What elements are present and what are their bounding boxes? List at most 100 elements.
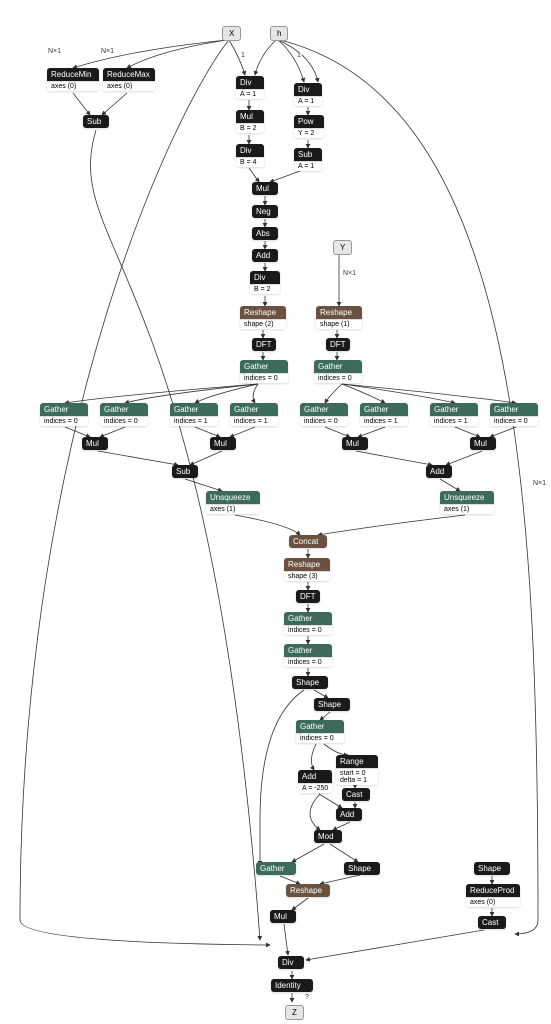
mul-node[interactable]: Mul [82, 437, 108, 450]
node-header: Mul [270, 910, 296, 923]
node-header: Add [252, 249, 278, 262]
add-node[interactable]: AddA = -250 [298, 770, 332, 793]
shape-node[interactable]: Shape [474, 862, 510, 875]
gather-node[interactable]: Gatherindices = 0 [490, 403, 538, 426]
gather-node[interactable]: Gatherindices = 0 [296, 720, 344, 743]
add-node[interactable]: Add [336, 808, 362, 821]
reshape-node[interactable]: Reshape shape (2) [240, 306, 286, 329]
mul-node[interactable]: Mul [252, 182, 278, 195]
shape-node[interactable]: Shape [314, 698, 350, 711]
node-header: Reshape [316, 306, 362, 319]
shape-node[interactable]: Shape [292, 676, 328, 689]
reshape-node[interactable]: Reshape [286, 884, 330, 897]
node-header: Pow [294, 115, 324, 128]
gather-node[interactable]: Gatherindices = 1 [430, 403, 478, 426]
cast-node[interactable]: Cast [478, 916, 506, 929]
gather-node[interactable]: Gather indices = 0 [240, 360, 288, 383]
gather-node[interactable]: Gatherindices = 0 [40, 403, 88, 426]
dft-node[interactable]: DFT [296, 590, 320, 603]
node-header: Mul [82, 437, 108, 450]
node-header: Shape [474, 862, 510, 875]
node-header: Reshape [286, 884, 330, 897]
reducemax-node[interactable]: ReduceMax axes (0) [103, 68, 155, 91]
input-x: X [222, 26, 241, 41]
div-node[interactable]: Div [278, 956, 304, 969]
neg-node[interactable]: Neg [252, 205, 278, 218]
reshape-node[interactable]: Reshape shape (1) [316, 306, 362, 329]
node-header: Neg [252, 205, 278, 218]
range-node[interactable]: Rangestart = 0 delta = 1 [336, 755, 378, 785]
node-attr: shape (1) [316, 319, 362, 329]
cast-node[interactable]: Cast [342, 788, 370, 801]
node-attr: shape (2) [240, 319, 286, 329]
node-header: Concat [289, 535, 327, 548]
node-attr: indices = 0 [314, 373, 362, 383]
node-attr: indices = 0 [490, 416, 538, 426]
pow-node[interactable]: Pow Y = 2 [294, 115, 324, 138]
node-header: Gather [240, 360, 288, 373]
gather-node[interactable]: Gatherindices = 1 [360, 403, 408, 426]
sub-node[interactable]: Sub [83, 115, 109, 128]
node-attr: axes (0) [47, 81, 99, 91]
node-header: Add [298, 770, 332, 783]
node-header: Mul [252, 182, 278, 195]
div-node[interactable]: Div A = 1 [236, 76, 264, 99]
shape-node[interactable]: Shape [344, 862, 380, 875]
node-attr: indices = 0 [284, 625, 332, 635]
edge-label-nx1: N×1 [342, 270, 357, 277]
node-header: Div [278, 956, 304, 969]
div-node[interactable]: Div B = 4 [236, 144, 264, 167]
mul-node[interactable]: Mul [270, 910, 296, 923]
dft-node[interactable]: DFT [326, 338, 350, 351]
mul-node[interactable]: Mul [210, 437, 236, 450]
reducemin-node[interactable]: ReduceMin axes (0) [47, 68, 99, 91]
gather-node[interactable]: Gatherindices = 0 [100, 403, 148, 426]
dft-node[interactable]: DFT [252, 338, 276, 351]
mul-node[interactable]: Mul B = 2 [236, 110, 264, 133]
node-header: Gather [100, 403, 148, 416]
div-node[interactable]: Div B = 2 [250, 271, 280, 294]
node-header: Gather [256, 862, 296, 875]
node-header: Shape [344, 862, 380, 875]
mod-node[interactable]: Mod [314, 830, 342, 843]
node-header: Unsqueeze [440, 491, 494, 504]
edge-label-nx1: N×1 [100, 48, 115, 55]
node-attr: B = 2 [236, 123, 264, 133]
mul-node[interactable]: Mul [470, 437, 496, 450]
add-node[interactable]: Add [426, 465, 452, 478]
node-attr: A = -250 [298, 783, 332, 793]
node-attr: A = 1 [236, 89, 264, 99]
gather-node[interactable]: Gather indices = 0 [314, 360, 362, 383]
abs-node[interactable]: Abs [252, 227, 278, 240]
mul-node[interactable]: Mul [342, 437, 368, 450]
sub-node[interactable]: Sub [172, 465, 198, 478]
gather-node[interactable]: Gather [256, 862, 296, 875]
reduceprod-node[interactable]: ReduceProdaxes (0) [466, 884, 520, 907]
gather-node[interactable]: Gatherindices = 0 [284, 644, 332, 667]
input-y: Y [333, 240, 352, 255]
sub-node[interactable]: Sub A = 1 [294, 148, 322, 171]
edge-label-q: ? [304, 994, 310, 1001]
edge-label-one: 1 [296, 52, 302, 59]
node-attr: indices = 0 [296, 733, 344, 743]
concat-node[interactable]: Concat [289, 535, 327, 548]
gather-node[interactable]: Gatherindices = 1 [230, 403, 278, 426]
div-node[interactable]: Div A = 1 [294, 83, 322, 106]
node-header: Gather [284, 612, 332, 625]
gather-node[interactable]: Gatherindices = 0 [300, 403, 348, 426]
unsqueeze-node[interactable]: Unsqueezeaxes (1) [206, 491, 260, 514]
node-header: Div [236, 144, 264, 157]
add-node[interactable]: Add [252, 249, 278, 262]
node-attr: axes (1) [206, 504, 260, 514]
reshape-node[interactable]: Reshapeshape (3) [284, 558, 330, 581]
node-attr: indices = 0 [240, 373, 288, 383]
input-h: h [270, 26, 288, 41]
identity-node[interactable]: Identity [271, 979, 313, 992]
node-header: Div [294, 83, 322, 96]
gather-node[interactable]: Gatherindices = 1 [170, 403, 218, 426]
node-header: Gather [40, 403, 88, 416]
node-header: Mul [210, 437, 236, 450]
node-header: ReduceMin [47, 68, 99, 81]
unsqueeze-node[interactable]: Unsqueezeaxes (1) [440, 491, 494, 514]
gather-node[interactable]: Gatherindices = 0 [284, 612, 332, 635]
